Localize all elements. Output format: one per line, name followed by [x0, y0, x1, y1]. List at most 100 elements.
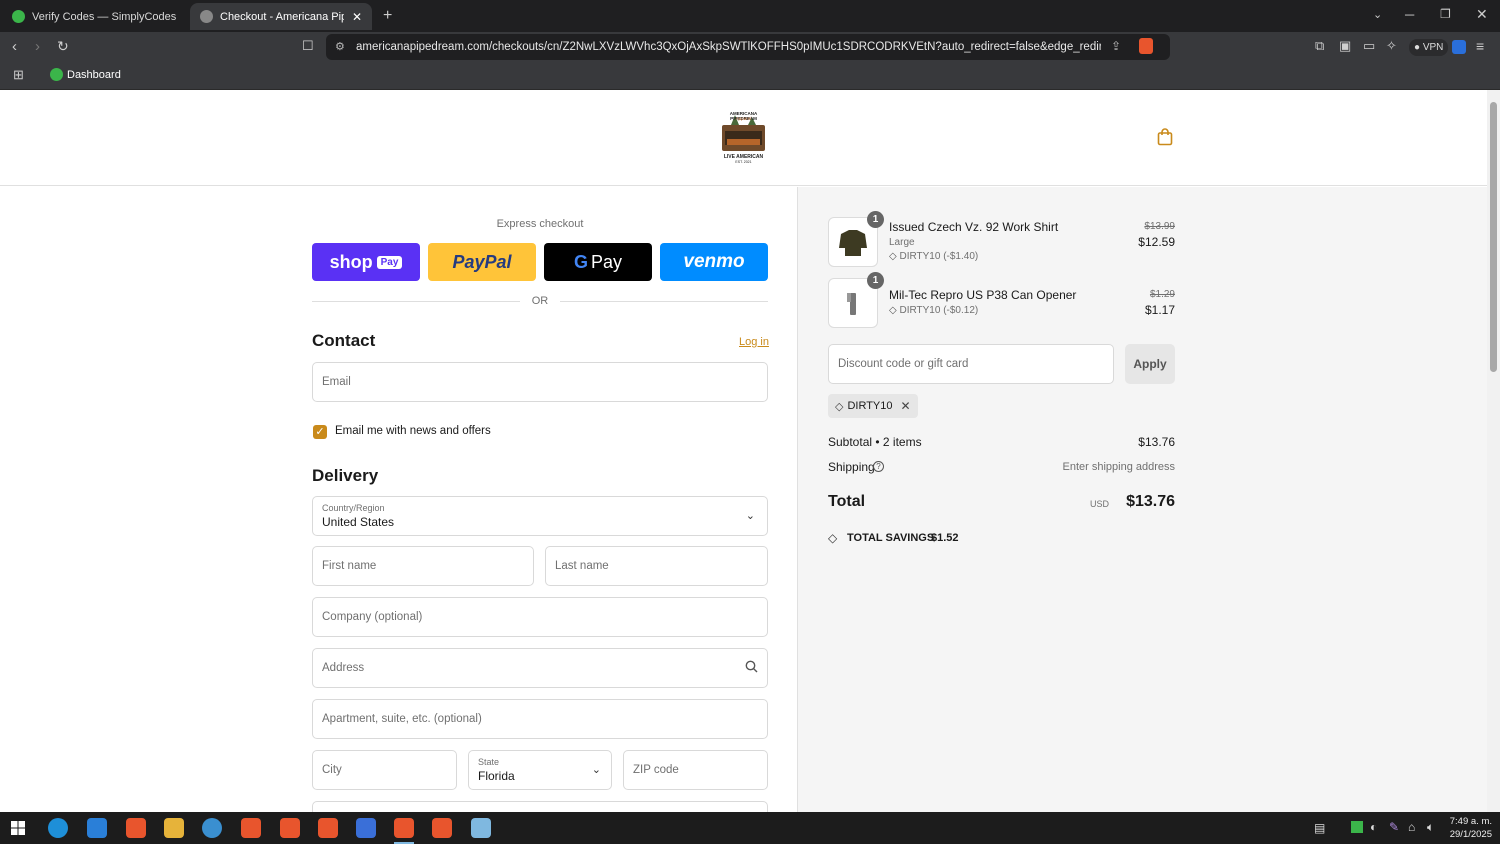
search-icon[interactable]: [745, 660, 758, 676]
total-value: $13.76: [1126, 493, 1175, 510]
country-select[interactable]: Country/Region United States ⌄: [312, 496, 768, 536]
forward-icon[interactable]: ›: [35, 38, 40, 55]
app-icon[interactable]: [471, 818, 491, 838]
shopping-bag-icon[interactable]: [1157, 128, 1173, 151]
tray-icon[interactable]: ◐: [1370, 820, 1377, 834]
or-separator: OR: [531, 295, 549, 307]
shop-pay-badge: Pay: [376, 255, 403, 269]
last-name-field[interactable]: Last name: [545, 546, 768, 586]
google-pay-label: Pay: [590, 251, 623, 272]
bookmarks-bar: ⊞ Dashboard: [0, 62, 1500, 90]
new-tab-icon[interactable]: +: [383, 7, 392, 25]
paypal-button[interactable]: PayPal: [428, 243, 536, 281]
share-icon[interactable]: ⇪: [1111, 39, 1121, 53]
leo-ai-icon[interactable]: ✧: [1386, 38, 1397, 54]
tab-checkout[interactable]: Checkout - Americana Pipedre ✕: [190, 3, 372, 30]
bookmark-icon[interactable]: ☐: [302, 38, 314, 54]
divider: [312, 301, 520, 302]
page-scrollbar[interactable]: [1487, 90, 1500, 812]
google-pay-button[interactable]: G Pay: [544, 243, 652, 281]
brave-icon[interactable]: [280, 818, 300, 838]
item-variant: Large: [889, 237, 915, 248]
check-icon: [12, 10, 25, 23]
venmo-button[interactable]: venmo: [660, 243, 768, 281]
login-link[interactable]: Log in: [739, 336, 769, 348]
subtotal-value: $13.76: [1138, 435, 1175, 449]
sidebar-icon[interactable]: ▣: [1339, 38, 1351, 54]
close-window-icon[interactable]: ✕: [1476, 6, 1488, 23]
brave-icon[interactable]: [241, 818, 261, 838]
minimize-icon[interactable]: ─: [1405, 7, 1414, 22]
applied-code: DIRTY10: [847, 400, 893, 412]
store-icon[interactable]: [87, 818, 107, 838]
email-field[interactable]: Email: [312, 362, 768, 402]
zip-field[interactable]: ZIP code: [623, 750, 768, 790]
store-logo[interactable]: AMERICANA PIPEDREAM Apparel LIVE AMERICA…: [717, 111, 770, 164]
vpn-label: VPN: [1422, 42, 1444, 53]
edge-icon[interactable]: [48, 818, 68, 838]
item-price: $1.17: [1144, 303, 1175, 317]
apply-button[interactable]: Apply: [1125, 344, 1175, 384]
brave-icon[interactable]: [126, 818, 146, 838]
zip-placeholder: ZIP code: [633, 764, 679, 776]
news-label: Email me with news and offers: [335, 425, 491, 437]
brave-icon[interactable]: [432, 818, 452, 838]
vpn-button[interactable]: ● VPN: [1409, 39, 1449, 56]
chevron-down-icon[interactable]: ⌄: [1373, 8, 1382, 21]
extension-icon[interactable]: [1452, 40, 1466, 54]
phone-field[interactable]: [312, 801, 768, 812]
store-header: AMERICANA PIPEDREAM Apparel LIVE AMERICA…: [0, 90, 1487, 186]
state-label: State: [478, 757, 500, 767]
apps-grid-icon[interactable]: ⊞: [13, 67, 24, 83]
scroll-thumb[interactable]: [1490, 102, 1497, 372]
address-field[interactable]: Address: [312, 648, 768, 688]
city-field[interactable]: City: [312, 750, 457, 790]
venmo-label: venmo: [683, 251, 745, 272]
tag-icon: ◇: [889, 251, 897, 262]
clock-date[interactable]: 29/1/2025: [1440, 829, 1492, 840]
remove-code-icon[interactable]: ✕: [901, 399, 911, 413]
restore-icon[interactable]: ❐: [1440, 7, 1451, 21]
help-icon[interactable]: ?: [873, 461, 884, 472]
brave-icon[interactable]: [318, 818, 338, 838]
apartment-field[interactable]: Apartment, suite, etc. (optional): [312, 699, 768, 739]
tab-title: Checkout - Americana Pipedre: [220, 10, 344, 23]
menu-icon[interactable]: ≡: [1476, 38, 1484, 54]
keyboard-icon[interactable]: ▤: [1314, 821, 1325, 835]
shop-pay-label: shop: [329, 251, 373, 272]
close-icon[interactable]: ✕: [352, 10, 362, 24]
bookmark-dashboard[interactable]: Dashboard: [67, 69, 121, 81]
shop-pay-button[interactable]: shop Pay: [312, 243, 420, 281]
tab-simplycodes[interactable]: Verify Codes — SimplyCodes: [2, 3, 188, 30]
brave-icon[interactable]: [394, 818, 414, 838]
item-discount-text: DIRTY10 (-$0.12): [899, 305, 979, 316]
first-name-field[interactable]: First name: [312, 546, 534, 586]
back-icon[interactable]: ‹: [12, 38, 17, 55]
clock-time[interactable]: 7:49 a. m.: [1446, 816, 1492, 827]
address-bar[interactable]: ⚙ americanapipedream.com/checkouts/cn/Z2…: [326, 34, 1170, 60]
state-select[interactable]: State Florida ⌄: [468, 750, 612, 790]
company-field[interactable]: Company (optional): [312, 597, 768, 637]
extensions-icon[interactable]: ⧉: [1315, 38, 1324, 54]
logo-text-mid: Apparel: [735, 116, 752, 121]
network-icon[interactable]: ⌂: [1408, 820, 1415, 834]
tag-icon: ◇: [835, 400, 844, 413]
reload-icon[interactable]: ↻: [57, 38, 69, 55]
company-placeholder: Company (optional): [322, 611, 423, 623]
volume-icon[interactable]: 🔈︎: [1427, 820, 1434, 835]
app-icon[interactable]: [356, 818, 376, 838]
currency-code: USD: [1090, 499, 1110, 509]
windows-start-icon[interactable]: [11, 821, 25, 840]
news-checkbox[interactable]: ✓: [313, 425, 327, 439]
site-info-icon[interactable]: ⚙: [335, 40, 345, 53]
email-placeholder: Email: [322, 376, 351, 388]
chevron-down-icon: ⌄: [591, 764, 601, 776]
app-icon[interactable]: [202, 818, 222, 838]
first-name-placeholder: First name: [322, 560, 377, 572]
tray-app-icon[interactable]: [1351, 821, 1363, 833]
folder-icon[interactable]: [164, 818, 184, 838]
brave-shield-icon[interactable]: [1139, 38, 1153, 54]
wallet-icon[interactable]: ▭: [1363, 38, 1375, 54]
pen-icon[interactable]: ✎: [1389, 820, 1399, 834]
discount-code-field[interactable]: Discount code or gift card: [828, 344, 1114, 384]
